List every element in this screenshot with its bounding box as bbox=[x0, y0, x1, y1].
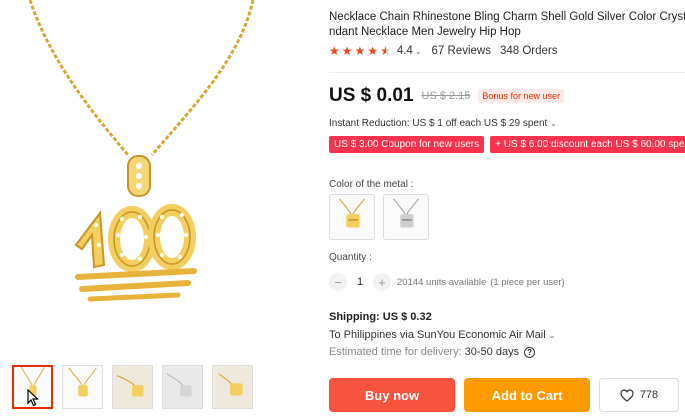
star-icon: ★ bbox=[354, 44, 366, 58]
gold-swatch[interactable] bbox=[329, 194, 375, 240]
chevron-down-icon: ⌄ bbox=[550, 119, 557, 128]
half-star-icon: ★ bbox=[380, 44, 391, 58]
instant-reduction[interactable]: Instant Reduction: US $ 1 off each US $ … bbox=[329, 118, 557, 129]
silver-swatch[interactable] bbox=[383, 194, 429, 240]
chevron-down-icon[interactable]: ⌄ bbox=[415, 47, 422, 56]
purchase-limit: (1 piece per user) bbox=[490, 276, 565, 288]
rating-value: 4.4 bbox=[396, 45, 413, 57]
bonus-badge: Bonus for new user bbox=[478, 89, 564, 103]
mouse-cursor-icon bbox=[27, 389, 39, 407]
wishlist-count: 778 bbox=[639, 389, 659, 401]
buy-now-button[interactable]: Buy now bbox=[329, 378, 455, 412]
chevron-down-icon: ⌄ bbox=[548, 331, 556, 340]
rating-row: ★ ★ ★ ★ ★ 4.4 ⌄ 67 Reviews 348 Orders bbox=[329, 45, 558, 57]
orders-count: 348 Orders bbox=[499, 45, 558, 57]
rating-stars[interactable]: ★ ★ ★ ★ ★ bbox=[329, 45, 391, 57]
thumbnail-3[interactable] bbox=[112, 365, 153, 409]
reviews-link[interactable]: 67 Reviews bbox=[432, 45, 491, 57]
product-gallery bbox=[0, 0, 300, 417]
star-icon: ★ bbox=[329, 44, 340, 58]
thumbnail-4[interactable] bbox=[162, 365, 203, 409]
thumbnail-strip bbox=[12, 365, 253, 409]
wishlist-button[interactable]: 778 bbox=[599, 378, 679, 412]
coupon-discount[interactable]: + US $ 6.00 discount each US $ 60.00 spe… bbox=[490, 136, 685, 153]
quantity-label: Quantity : bbox=[329, 252, 372, 263]
units-available: 20144 units available bbox=[397, 276, 487, 288]
star-icon: ★ bbox=[341, 44, 353, 58]
price-row: US $ 0.01 US $ 2.15 Bonus for new user bbox=[329, 85, 564, 107]
thumbnail-5[interactable] bbox=[212, 365, 253, 409]
instant-reduction-text: Instant Reduction: US $ 1 off each US $ … bbox=[329, 118, 548, 129]
color-swatches bbox=[329, 194, 429, 240]
delivery-days: 30-50 days bbox=[464, 346, 520, 358]
quantity-stepper: − 1 + 20144 units available (1 piece per… bbox=[329, 273, 565, 291]
thumbnail-2[interactable] bbox=[62, 365, 103, 409]
coupon-new-user[interactable]: US $ 3.00 Coupon for new users bbox=[329, 136, 485, 153]
quantity-minus-button[interactable]: − bbox=[329, 273, 347, 291]
original-price: US $ 2.15 bbox=[421, 90, 471, 102]
shipping-cost: Shipping: US $ 0.32 bbox=[329, 311, 432, 323]
shipping-method[interactable]: To Philippines via SunYou Economic Air M… bbox=[329, 329, 555, 341]
current-price: US $ 0.01 bbox=[329, 85, 414, 106]
main-product-image[interactable] bbox=[10, 0, 280, 352]
add-to-cart-button[interactable]: Add to Cart bbox=[464, 378, 590, 412]
delivery-estimate: Estimated time for delivery: 30-50 days … bbox=[329, 346, 536, 358]
product-title: Necklace Chain Rhinestone Bling Charm Sh… bbox=[329, 10, 685, 42]
product-title-line-2: ndant Necklace Men Jewelry Hip Hop bbox=[329, 26, 521, 38]
star-icon: ★ bbox=[367, 44, 379, 58]
shipping-destination: To Philippines via SunYou Economic Air M… bbox=[329, 329, 546, 341]
purchase-actions: Buy now Add to Cart 778 bbox=[329, 378, 679, 412]
heart-icon bbox=[620, 388, 634, 402]
question-circle-icon[interactable]: ? bbox=[524, 346, 536, 358]
quantity-plus-button[interactable]: + bbox=[373, 273, 391, 291]
delivery-label: Estimated time for delivery: bbox=[329, 346, 462, 358]
divider bbox=[329, 72, 685, 73]
product-title-line-1: Necklace Chain Rhinestone Bling Charm Sh… bbox=[329, 11, 685, 23]
coupon-row: US $ 3.00 Coupon for new users + US $ 6.… bbox=[329, 136, 685, 153]
color-label: Color of the metal : bbox=[329, 179, 414, 190]
quantity-value[interactable]: 1 bbox=[347, 276, 373, 288]
